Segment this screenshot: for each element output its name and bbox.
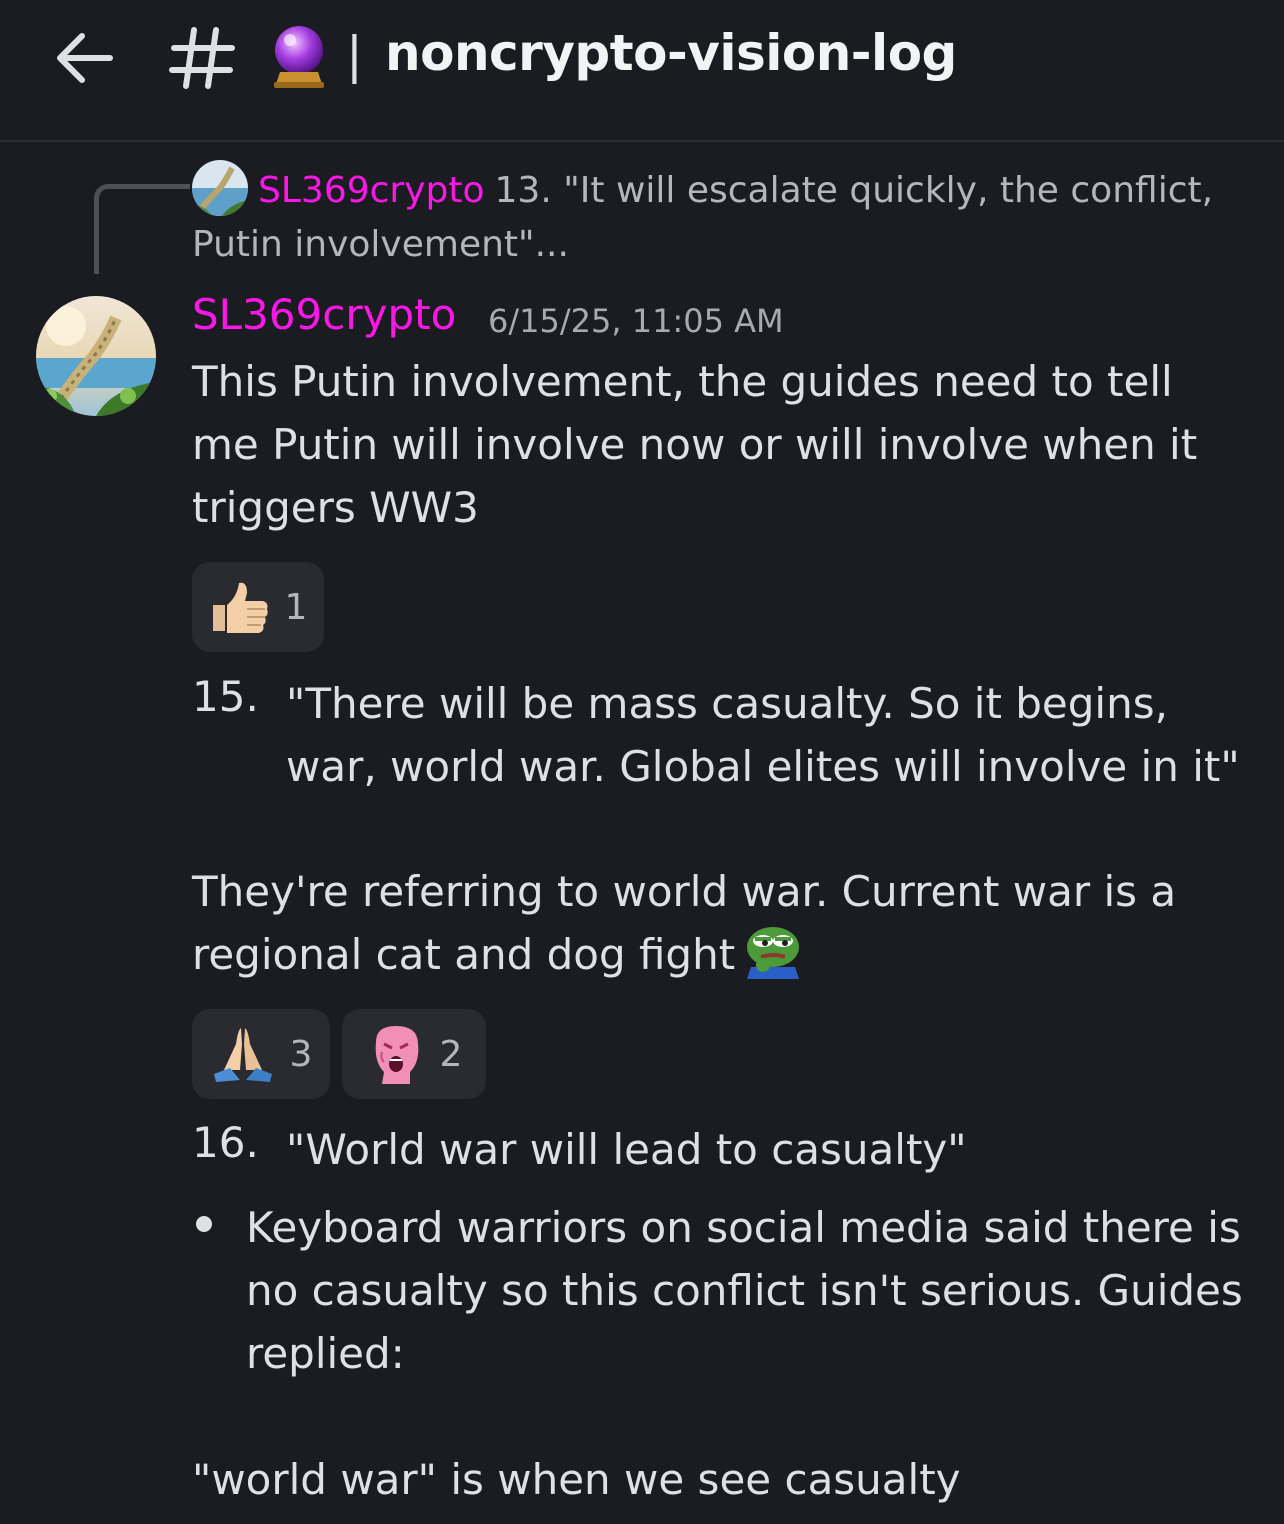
list-item-number-16: 16.: [192, 1118, 259, 1167]
praying-hands-icon: [213, 1028, 272, 1082]
reaction-praying-hands[interactable]: 3: [192, 1009, 330, 1099]
list-item-number-15: 15.: [192, 672, 259, 721]
message-author[interactable]: SL369crypto: [192, 290, 456, 339]
hashtag-icon: [169, 27, 235, 89]
thumbs-up-icon: [212, 582, 268, 633]
list-item-16: "World war will lead to casualty": [286, 1125, 967, 1174]
header-divider: |: [346, 26, 363, 84]
reaction-thumbs-up[interactable]: 1: [192, 562, 324, 652]
reply-author[interactable]: SL369crypto: [258, 170, 485, 211]
message-paragraph-1: This Putin involvement, the guides need …: [192, 357, 1198, 532]
reaction-count: 2: [439, 1033, 463, 1075]
crystal-ball-icon: [274, 26, 324, 88]
pink-wojak-icon: [375, 1026, 418, 1084]
paragraph-2-text: They're referring to world war. Current …: [192, 867, 1177, 979]
bullet-point: [196, 1216, 212, 1232]
message-timestamp: 6/15/25, 11:05 AM: [488, 302, 784, 340]
message-paragraph-3: "world war" is when we see casualty: [192, 1455, 961, 1504]
reply-preview[interactable]: SL369crypto 13. "It will escalate quickly…: [192, 164, 1252, 272]
pepe-thinking-icon[interactable]: [743, 923, 803, 979]
back-arrow-icon[interactable]: [52, 28, 116, 88]
list-item-15: "There will be mass casualty. So it begi…: [286, 679, 1240, 791]
reaction-count: 3: [289, 1033, 313, 1075]
reaction-count: 1: [284, 586, 308, 628]
reply-connector: [94, 184, 190, 274]
bullet-item: Keyboard warriors on social media said t…: [246, 1203, 1243, 1378]
author-avatar[interactable]: [36, 296, 156, 416]
channel-header: | noncrypto-vision-log: [0, 0, 1284, 142]
reaction-pink-wojak[interactable]: 2: [342, 1009, 486, 1099]
message-paragraph-2: They're referring to world war. Current …: [192, 860, 1252, 986]
channel-title[interactable]: noncrypto-vision-log: [385, 24, 957, 82]
